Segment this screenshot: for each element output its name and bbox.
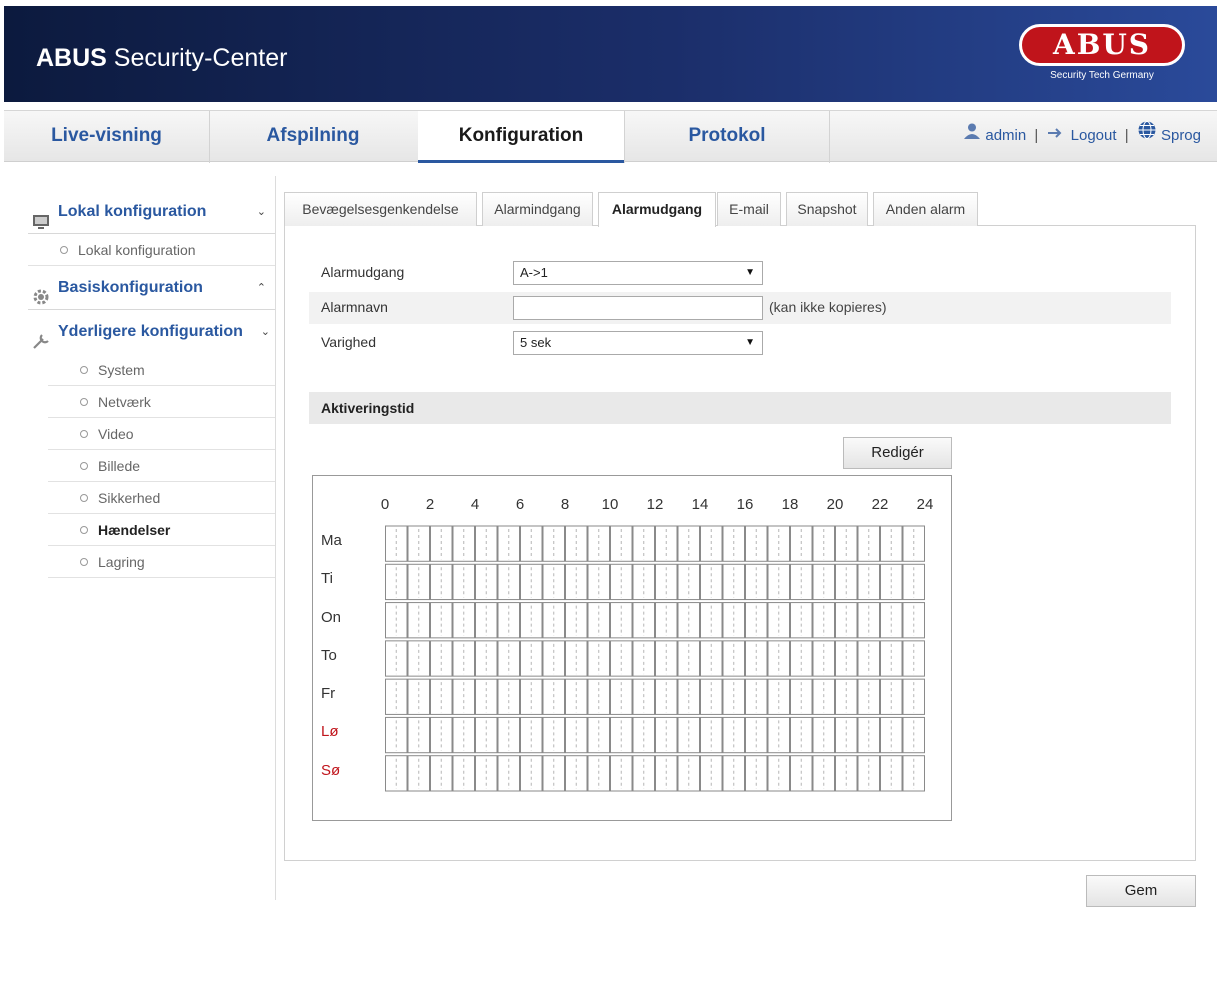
day-label: Lø: [321, 723, 339, 741]
logout-link[interactable]: Logout: [1071, 111, 1117, 161]
duration-label: Varighed: [321, 334, 377, 350]
hour-label: 6: [515, 496, 525, 513]
nav-protocol[interactable]: Protokol: [624, 111, 830, 163]
chevron-down-icon: ⌄: [256, 206, 266, 218]
alarm-output-select[interactable]: A->1 ▼: [513, 261, 763, 285]
logout-icon: [1046, 111, 1066, 161]
bullet-icon: [80, 398, 88, 406]
bullet-icon: [80, 494, 88, 502]
alarm-output-label: Alarmudgang: [321, 264, 405, 280]
alarm-name-hint: (kan ikke kopieres): [769, 299, 887, 315]
sidebar-basic-config[interactable]: Basiskonfiguration ⌃: [28, 266, 276, 310]
hour-label: 0: [380, 496, 390, 513]
hour-label: 22: [871, 496, 889, 513]
tab-motion-detection[interactable]: Bevægelsesgenkendelse: [284, 192, 477, 226]
divider: |: [1034, 127, 1039, 145]
hour-label: 16: [736, 496, 754, 513]
tab-alarm-input[interactable]: Alarmindgang: [482, 192, 593, 226]
bullet-icon: [80, 430, 88, 438]
bullet-icon: [60, 246, 68, 254]
sidebar-item-storage[interactable]: Lagring: [48, 546, 276, 578]
sidebar-divider: [275, 176, 276, 900]
day-label: Ma: [321, 532, 342, 549]
wrench-icon: [32, 324, 50, 349]
hour-label: 8: [560, 496, 570, 513]
app-header: ABUS Security-Center ABUS Security Tech …: [4, 6, 1217, 102]
bullet-icon: [80, 526, 88, 534]
tab-email[interactable]: E-mail: [717, 192, 781, 226]
day-label: On: [321, 608, 342, 626]
nav-playback[interactable]: Afspilning: [210, 111, 416, 163]
sidebar-advanced-config[interactable]: Yderligere konfiguration ⌄: [28, 310, 276, 354]
sidebar-item-events[interactable]: Hændelser: [48, 514, 276, 546]
main-nav: Live-visning Afspilning Konfiguration Pr…: [4, 110, 1217, 163]
divider: |: [1124, 127, 1129, 145]
edit-schedule-button[interactable]: Redigér: [843, 437, 952, 469]
activation-time-header: Aktiveringstid: [309, 392, 1171, 424]
hour-label: 20: [826, 496, 844, 513]
hour-label: 4: [470, 496, 480, 513]
alarm-name-row: Alarmnavn (kan ikke kopieres): [309, 292, 1171, 324]
duration-select[interactable]: 5 sek ▼: [513, 331, 763, 355]
day-label: Fr: [321, 685, 336, 703]
user-icon: [963, 111, 981, 161]
bullet-icon: [80, 558, 88, 566]
day-label: Ti: [321, 570, 333, 588]
dropdown-arrow-icon: ▼: [745, 267, 755, 278]
monitor-icon: [32, 204, 50, 229]
day-label: To: [321, 646, 337, 664]
sidebar-local-config[interactable]: Lokal konfiguration ⌄: [28, 190, 276, 234]
hour-label: 2: [425, 496, 435, 513]
tab-snapshot[interactable]: Snapshot: [786, 192, 868, 226]
globe-icon: [1137, 111, 1157, 161]
sidebar: Lokal konfiguration ⌄ Lokal konfiguratio…: [28, 190, 276, 578]
bullet-icon: [80, 462, 88, 470]
dropdown-arrow-icon: ▼: [745, 337, 755, 348]
alarm-name-label: Alarmnavn: [321, 299, 388, 315]
nav-live-view[interactable]: Live-visning: [4, 111, 210, 163]
sidebar-item-network[interactable]: Netværk: [48, 386, 276, 418]
bullet-icon: [80, 366, 88, 374]
save-button[interactable]: Gem: [1086, 875, 1196, 907]
tab-alarm-output[interactable]: Alarmudgang: [598, 192, 716, 227]
language-link[interactable]: Sprog: [1161, 111, 1201, 161]
sidebar-item-local-config[interactable]: Lokal konfiguration: [28, 234, 276, 266]
nav-configuration[interactable]: Konfiguration: [418, 111, 624, 163]
duration-row: Varighed 5 sek ▼: [309, 327, 1171, 359]
abus-logo: ABUS Security Tech Germany: [1019, 24, 1189, 82]
sidebar-item-image[interactable]: Billede: [48, 450, 276, 482]
user-name[interactable]: admin: [985, 111, 1026, 161]
alarm-name-input[interactable]: [513, 296, 763, 320]
sidebar-item-security[interactable]: Sikkerhed: [48, 482, 276, 514]
hour-label: 24: [916, 496, 934, 513]
hour-label: 12: [646, 496, 664, 513]
app-title: ABUS Security-Center: [36, 44, 288, 72]
hour-label: 14: [691, 496, 709, 513]
sidebar-item-system[interactable]: System: [48, 354, 276, 386]
tab-other-alarm[interactable]: Anden alarm: [873, 192, 978, 226]
gear-icon: [32, 280, 50, 305]
chevron-up-icon: ⌃: [256, 282, 266, 294]
hour-label: 18: [781, 496, 799, 513]
alarm-output-row: Alarmudgang A->1 ▼: [309, 257, 1171, 289]
schedule-grid[interactable]: [385, 524, 925, 792]
chevron-down-icon: ⌄: [260, 326, 270, 338]
day-label: Sø: [321, 761, 341, 779]
user-bar: admin | Logout | Sprog: [963, 111, 1201, 163]
schedule-box: 0 2 4 6 8 10 12 14 16 18 20 22 24 Ma Ti On To Fr Lø Sø: [312, 475, 952, 821]
sidebar-item-video[interactable]: Video: [48, 418, 276, 450]
hour-label: 10: [601, 496, 619, 513]
